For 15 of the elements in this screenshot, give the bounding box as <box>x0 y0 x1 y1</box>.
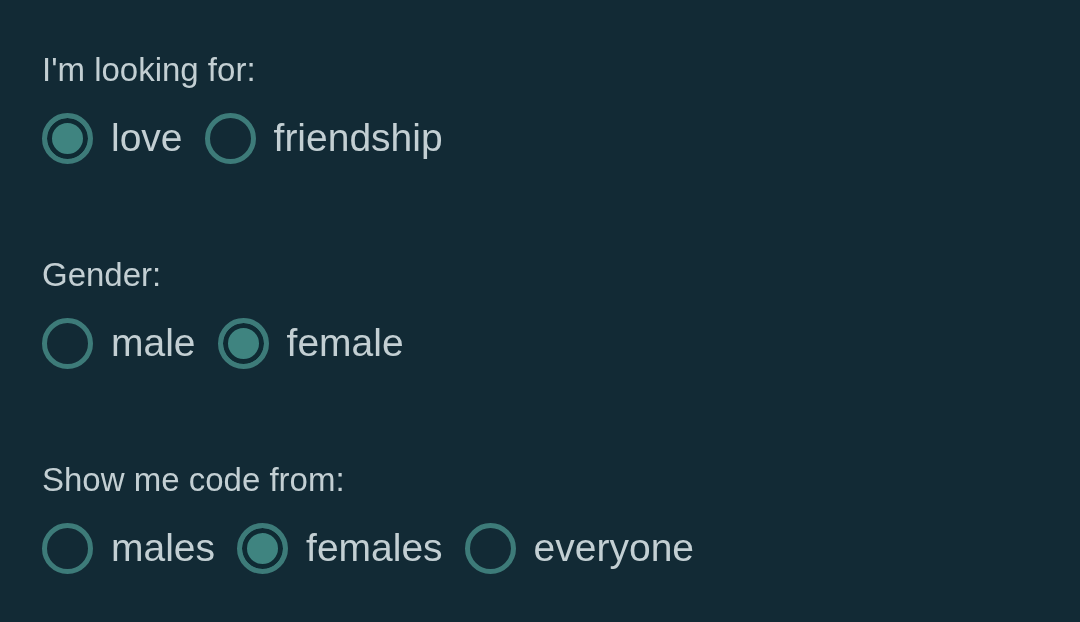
option-label[interactable]: friendship <box>273 115 443 161</box>
question-label: Gender: <box>42 255 163 295</box>
radio-button[interactable] <box>42 317 93 369</box>
option-label[interactable]: females <box>306 525 443 571</box>
radio-button[interactable] <box>42 112 93 164</box>
radio-button[interactable] <box>204 112 256 164</box>
question-label: I'm looking for: <box>42 50 257 90</box>
option-label[interactable]: males <box>111 525 216 571</box>
option-label[interactable]: female <box>286 320 404 366</box>
option-label[interactable]: male <box>111 320 196 366</box>
radio-button[interactable] <box>464 522 516 574</box>
option-label[interactable]: love <box>111 115 183 161</box>
option-label[interactable]: everyone <box>533 525 695 571</box>
radio-button[interactable] <box>42 522 93 574</box>
question-label: Show me code from: <box>42 460 346 500</box>
